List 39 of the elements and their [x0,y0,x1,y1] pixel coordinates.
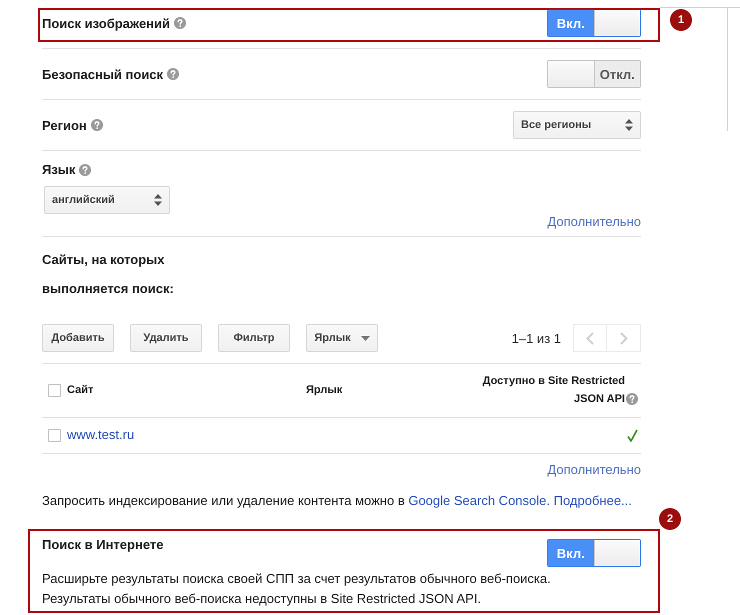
help-icon[interactable] [90,119,103,131]
select-all-checkbox[interactable] [48,384,61,396]
column-header: Доступно в Site Restricted JSON API [482,374,625,407]
setting-label: Безопасный поиск [42,66,164,82]
help-icon[interactable] [626,393,638,405]
section-title: Сайты, на которых выполняется поиск: [42,251,175,298]
toggle-switch[interactable]: Откл. [547,60,641,88]
more-link[interactable]: Дополнительно [547,214,641,229]
more-link[interactable]: Дополнительно [547,462,641,477]
column-header: Ярлык [306,384,342,396]
notice-text: Запросить индексирование или удаление контента можно в Google Search Console. Подробнее... [42,493,633,508]
setting-label: Язык [42,162,76,177]
link[interactable]: Подробнее... [554,493,632,508]
number-badge: 1 [670,9,692,31]
chevron-right-icon [620,332,628,344]
help-icon[interactable] [174,17,186,29]
updown-arrows-icon [625,119,633,131]
menu-button[interactable]: Ярлык [306,324,378,352]
caret-icon [360,336,370,340]
toolbar-button[interactable]: Фильтр [218,324,290,352]
column-header: Сайт [67,383,94,398]
link[interactable]: Google Search Console. [408,493,550,508]
row-checkbox[interactable] [48,428,61,442]
select-dropdown[interactable]: Все регионы [513,111,641,139]
description-text: Расширьте результаты поиска своей СПП за счет результатов обычного веб-поиска. [42,570,551,588]
number-badge: 2 [659,508,681,530]
updown-arrows-icon [154,194,162,206]
description-text: Результаты обычного веб-поиска недоступны в Site Restricted JSON API. [42,590,482,608]
toolbar-button[interactable]: Удалить [130,324,202,352]
toolbar-button[interactable]: Добавить [42,324,114,352]
site-link[interactable]: www.test.ru [67,426,134,444]
help-icon[interactable] [79,164,92,176]
setting-label: Регион [42,118,87,132]
section-title: Поиск в Интернете [42,537,164,552]
help-icon[interactable] [167,68,180,80]
chevron-left-icon [586,332,594,344]
select-dropdown[interactable]: английский [44,186,170,214]
pager-range: 1–1 из 1 [512,330,561,346]
setting-label: Поиск изображений [42,16,170,30]
